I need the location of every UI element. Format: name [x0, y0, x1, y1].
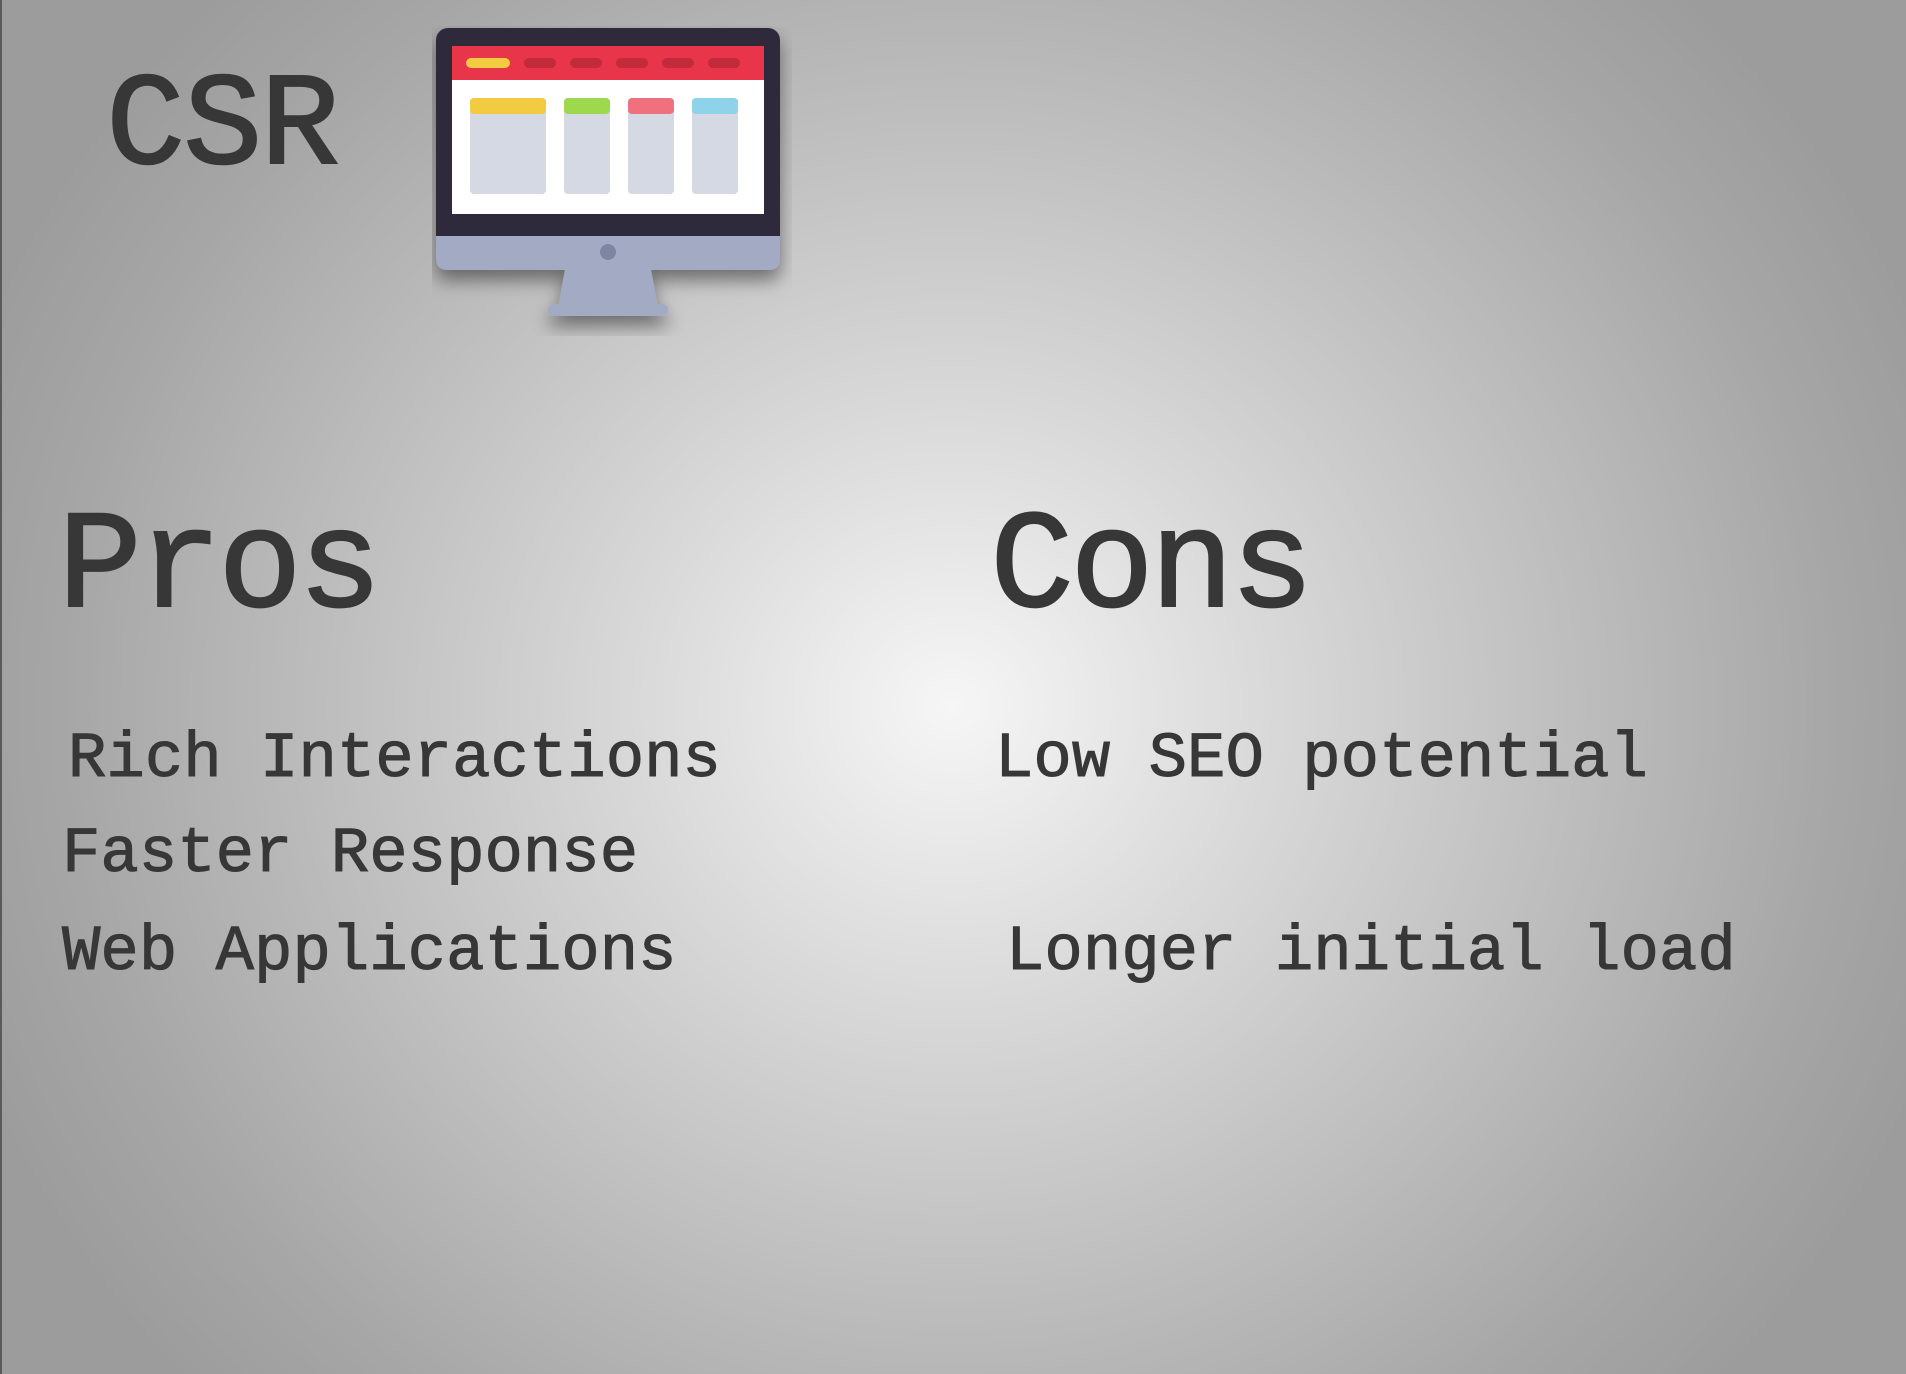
pros-item-web-applications: Web Applications — [62, 917, 677, 989]
pros-item-faster-response: Faster Response — [61, 819, 639, 891]
slide-left-border — [0, 0, 2, 1374]
cons-heading: Cons — [989, 490, 1315, 649]
pros-heading: Pros — [57, 490, 383, 649]
pros-item-rich-interactions: Rich Interactions — [68, 724, 722, 796]
slide-title: CSR — [105, 53, 341, 203]
desktop-monitor-icon — [436, 28, 780, 316]
cons-item-low-seo-potential: Low SEO potential — [995, 724, 1649, 796]
cons-item-longer-initial-load: Longer initial load — [1006, 917, 1737, 989]
slide: CSR Pros Cons Rich Interactions Faster R… — [0, 0, 1906, 1374]
